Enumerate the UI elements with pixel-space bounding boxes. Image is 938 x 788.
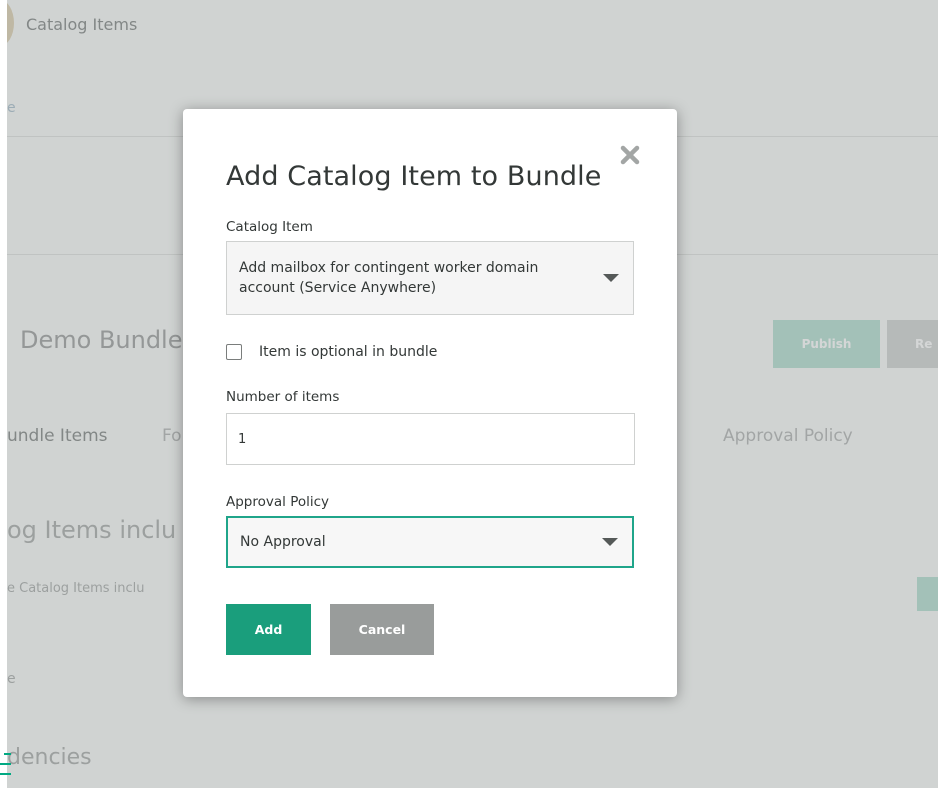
- left-edge: [0, 0, 7, 788]
- optional-checkbox-row[interactable]: Item is optional in bundle: [226, 342, 437, 362]
- approval-policy-select[interactable]: No Approval: [226, 516, 634, 568]
- approval-policy-label: Approval Policy: [226, 494, 330, 510]
- page: Catalog Items e Demo Bundle Publish Re u…: [0, 0, 938, 788]
- approval-policy-value: No Approval: [240, 534, 326, 550]
- catalog-item-value: Add mailbox for contingent worker domain…: [239, 260, 539, 296]
- add-button[interactable]: Add: [226, 604, 311, 655]
- number-of-items-input[interactable]: [226, 413, 635, 465]
- close-icon[interactable]: [619, 144, 641, 166]
- catalog-item-label: Catalog Item: [226, 219, 313, 235]
- cancel-button[interactable]: Cancel: [330, 604, 434, 655]
- optional-checkbox-label: Item is optional in bundle: [259, 344, 438, 360]
- number-of-items-label: Number of items: [226, 389, 340, 405]
- dialog-title: Add Catalog Item to Bundle: [226, 161, 602, 192]
- chevron-down-icon: [602, 538, 618, 546]
- optional-checkbox[interactable]: [226, 344, 242, 360]
- menu-icon[interactable]: [0, 753, 11, 775]
- chevron-down-icon: [603, 274, 619, 282]
- add-catalog-item-dialog: Add Catalog Item to Bundle Catalog Item …: [183, 109, 677, 697]
- catalog-item-select[interactable]: Add mailbox for contingent worker domain…: [226, 241, 634, 315]
